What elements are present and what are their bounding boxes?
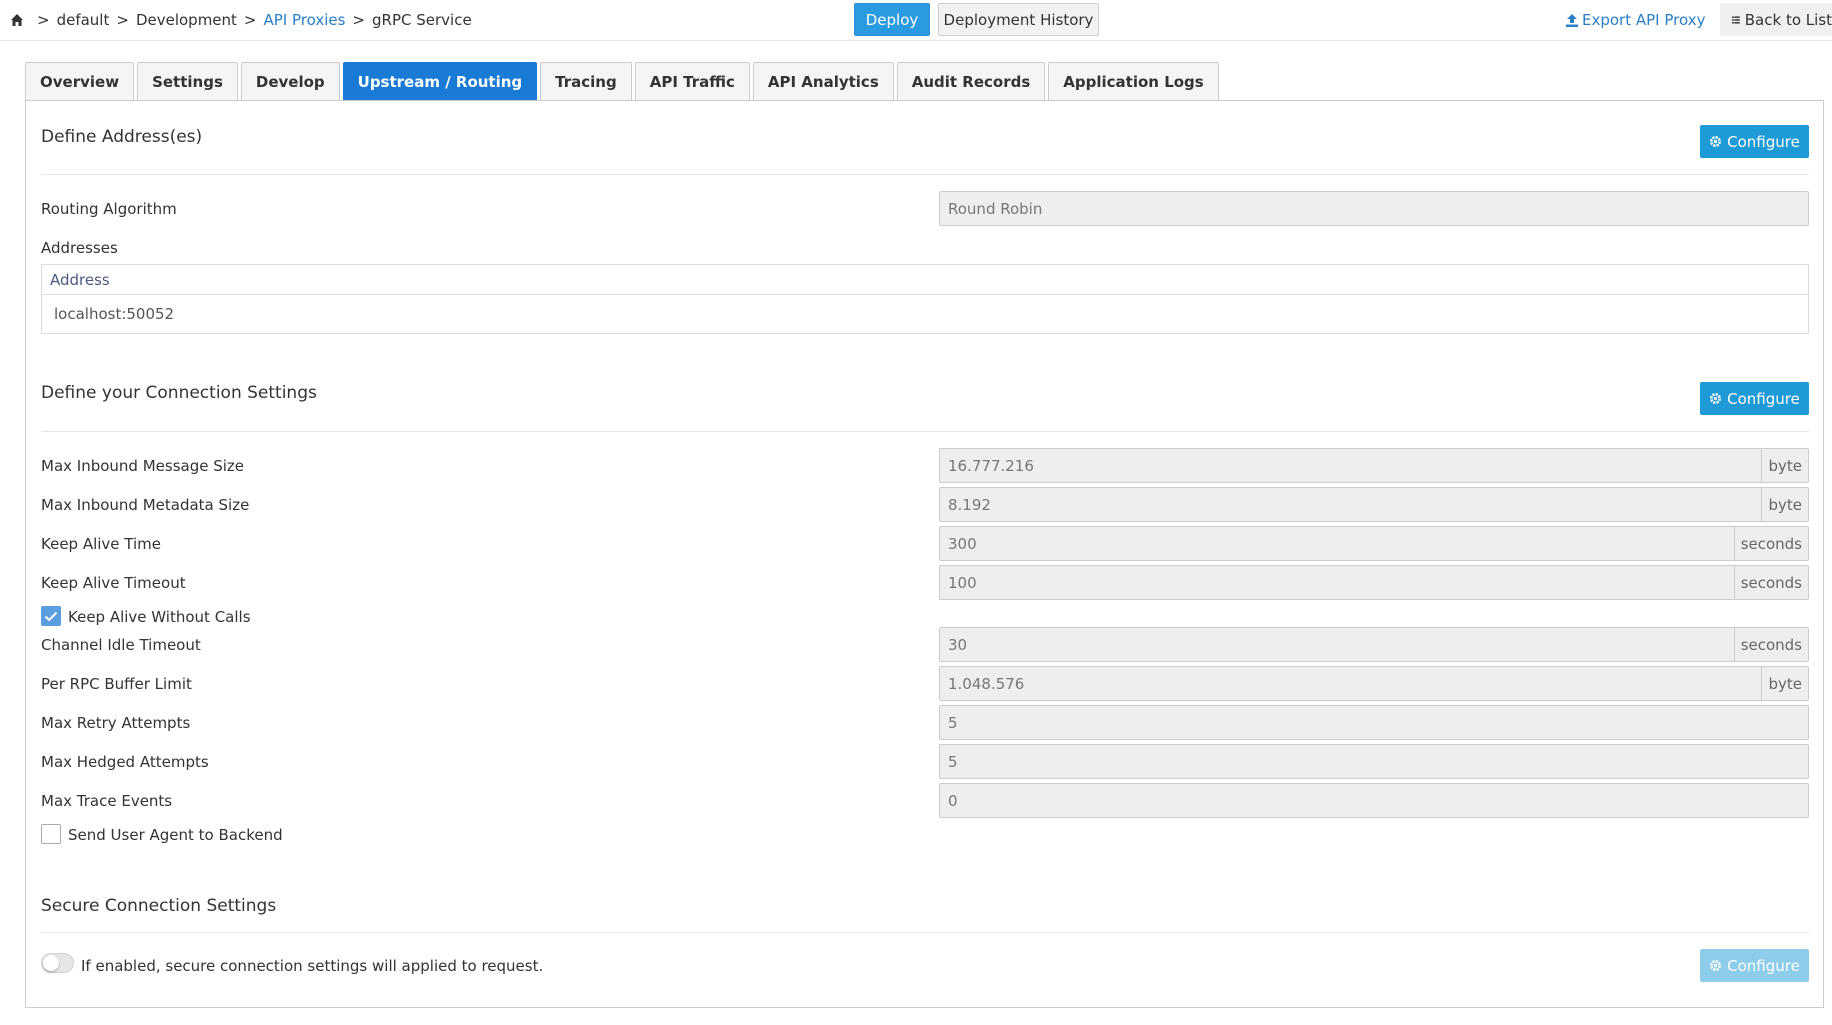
keep-alive-without-calls-checkbox[interactable] — [41, 606, 61, 626]
upload-icon — [1566, 13, 1578, 27]
routing-algorithm-label: Routing Algorithm — [41, 200, 177, 218]
keep-alive-time-field[interactable]: 300 seconds — [939, 526, 1809, 561]
channel-idle-timeout-label: Channel Idle Timeout — [41, 636, 201, 654]
tab-api-traffic[interactable]: API Traffic — [634, 62, 750, 101]
routing-algorithm-value: Round Robin — [948, 199, 1043, 218]
secure-connection-toggle[interactable] — [41, 953, 74, 973]
max-hedged-attempts-label: Max Hedged Attempts — [41, 753, 209, 771]
breadcrumb-separator: > — [37, 11, 50, 29]
send-user-agent-checkbox[interactable] — [41, 824, 61, 844]
keep-alive-without-calls-label: Keep Alive Without Calls — [68, 608, 251, 626]
keep-alive-timeout-label: Keep Alive Timeout — [41, 574, 186, 592]
gear-icon — [1710, 960, 1722, 971]
table-row: localhost:50052 — [54, 305, 175, 323]
checkmark-icon — [44, 611, 58, 621]
unit-addon: seconds — [1733, 527, 1808, 560]
configure-secure-button[interactable]: Configure — [1700, 949, 1809, 982]
unit-addon: seconds — [1733, 628, 1808, 661]
gear-icon — [1710, 136, 1722, 147]
per-rpc-buffer-limit-value: 1.048.576 — [948, 674, 1025, 693]
max-retry-attempts-label: Max Retry Attempts — [41, 714, 191, 732]
max-inbound-message-size-value: 16.777.216 — [948, 456, 1034, 475]
max-hedged-attempts-field[interactable]: 5 — [939, 744, 1809, 779]
secure-connection-description: If enabled, secure connection settings w… — [81, 957, 544, 975]
max-inbound-metadata-size-field[interactable]: 8.192 byte — [939, 487, 1809, 522]
tab-application-logs[interactable]: Application Logs — [1048, 62, 1219, 101]
divider — [41, 431, 1809, 432]
max-inbound-metadata-size-value: 8.192 — [948, 495, 991, 514]
tab-api-analytics[interactable]: API Analytics — [752, 62, 894, 101]
tab-settings[interactable]: Settings — [137, 62, 238, 101]
breadcrumb-item-development[interactable]: Development — [136, 11, 237, 29]
toggle-knob — [43, 955, 59, 971]
breadcrumb-item-current: gRPC Service — [372, 11, 472, 29]
breadcrumb-separator: > — [352, 11, 365, 29]
breadcrumb-item-api-proxies[interactable]: API Proxies — [264, 11, 346, 29]
per-rpc-buffer-limit-field[interactable]: 1.048.576 byte — [939, 666, 1809, 701]
unit-addon: byte — [1761, 667, 1808, 700]
keep-alive-time-label: Keep Alive Time — [41, 535, 162, 553]
divider — [41, 174, 1809, 175]
address-column-header: Address — [42, 265, 1808, 295]
max-hedged-attempts-value: 5 — [948, 752, 958, 771]
max-inbound-message-size-label: Max Inbound Message Size — [41, 457, 245, 475]
tab-overview[interactable]: Overview — [25, 62, 135, 101]
breadcrumb: > default > Development > API Proxies > … — [10, 11, 472, 29]
routing-panel: Define Address(es) Configure Routing Alg… — [25, 100, 1824, 1008]
unit-addon: byte — [1761, 449, 1808, 482]
addresses-section-title: Define Address(es) — [41, 127, 203, 147]
max-inbound-metadata-size-label: Max Inbound Metadata Size — [41, 496, 250, 514]
tab-tracing[interactable]: Tracing — [540, 62, 632, 101]
max-trace-events-value: 0 — [948, 791, 958, 810]
configure-connection-button[interactable]: Configure — [1700, 382, 1809, 415]
addresses-table: Address localhost:50052 — [41, 264, 1809, 334]
configure-label: Configure — [1727, 132, 1800, 151]
max-retry-attempts-field[interactable]: 5 — [939, 705, 1809, 740]
tab-bar: Overview Settings Develop Upstream / Rou… — [25, 62, 1222, 101]
keep-alive-time-value: 300 — [948, 534, 977, 553]
max-trace-events-label: Max Trace Events — [41, 792, 173, 810]
back-label: Back to List — [1744, 10, 1832, 29]
tab-audit-records[interactable]: Audit Records — [896, 62, 1046, 101]
max-retry-attempts-value: 5 — [948, 713, 958, 732]
breadcrumb-separator: > — [243, 11, 257, 29]
configure-addresses-button[interactable]: Configure — [1700, 125, 1809, 158]
channel-idle-timeout-field[interactable]: 30 seconds — [939, 627, 1809, 662]
gear-icon — [1710, 393, 1722, 404]
secure-section-title: Secure Connection Settings — [41, 896, 277, 916]
keep-alive-timeout-field[interactable]: 100 seconds — [939, 565, 1809, 600]
home-icon[interactable] — [10, 13, 24, 27]
tab-upstream-routing[interactable]: Upstream / Routing — [342, 62, 538, 101]
configure-label: Configure — [1727, 956, 1800, 975]
export-api-proxy-link[interactable]: Export API Proxy — [1566, 11, 1705, 29]
send-user-agent-label: Send User Agent to Backend — [68, 826, 283, 844]
connection-section-title: Define your Connection Settings — [41, 383, 317, 403]
breadcrumb-item-default[interactable]: default — [57, 11, 110, 29]
deployment-history-button[interactable]: Deployment History — [938, 3, 1099, 36]
export-label: Export API Proxy — [1582, 11, 1706, 29]
breadcrumb-separator: > — [116, 11, 129, 29]
max-inbound-message-size-field[interactable]: 16.777.216 byte — [939, 448, 1809, 483]
back-to-list-button[interactable]: Back to List — [1720, 3, 1832, 36]
deploy-button[interactable]: Deploy — [854, 3, 930, 36]
divider — [41, 932, 1809, 933]
channel-idle-timeout-value: 30 — [948, 635, 968, 654]
unit-addon: byte — [1761, 488, 1808, 521]
list-icon — [1732, 15, 1740, 24]
top-bar: > default > Development > API Proxies > … — [0, 0, 1832, 41]
keep-alive-timeout-value: 100 — [948, 573, 977, 592]
max-trace-events-field[interactable]: 0 — [939, 783, 1809, 818]
addresses-label: Addresses — [41, 239, 118, 257]
unit-addon: seconds — [1733, 566, 1808, 599]
tab-develop[interactable]: Develop — [240, 62, 340, 101]
routing-algorithm-field[interactable]: Round Robin — [939, 191, 1809, 226]
per-rpc-buffer-limit-label: Per RPC Buffer Limit — [41, 675, 192, 693]
configure-label: Configure — [1727, 389, 1800, 408]
